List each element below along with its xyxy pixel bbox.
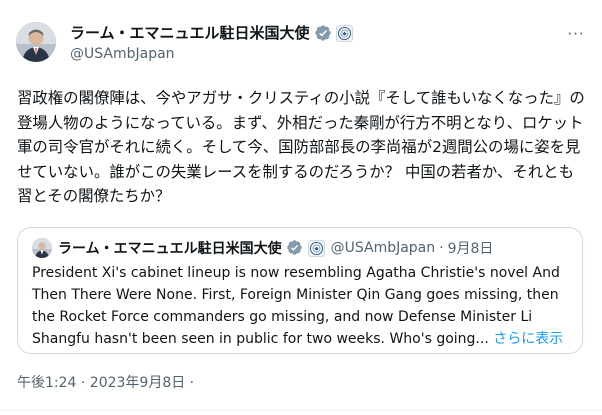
show-more-link[interactable]: さらに表示 <box>493 331 563 347</box>
quoted-text-body: President Xi's cabinet lineup is now res… <box>32 265 560 347</box>
tweet-text: 習政権の閣僚陣は、今やアガサ・クリスティの小説『そして誰もいなくなった』の登場人… <box>17 89 585 206</box>
quoted-author-avatar[interactable] <box>32 238 52 258</box>
author-name-row: ラーム・エマニュエル駐日米国大使 <box>70 22 353 44</box>
verified-check-icon <box>314 24 332 42</box>
quoted-state-department-seal-icon <box>307 239 325 257</box>
quoted-separator: · <box>439 240 444 256</box>
quoted-tweet[interactable]: ラーム・エマニュエル駐日米国大使 @USAmbJapan · 9月8日 Pres… <box>17 227 583 354</box>
quoted-text: President Xi's cabinet lineup is now res… <box>32 262 572 350</box>
quoted-display-name: ラーム・エマニュエル駐日米国大使 <box>58 241 282 257</box>
quoted-header: ラーム・エマニュエル駐日米国大使 @USAmbJapan · 9月8日 <box>58 237 493 259</box>
more-options-icon[interactable]: ··· <box>564 24 588 44</box>
quoted-verified-check-icon <box>286 239 304 257</box>
author-display-name[interactable]: ラーム・エマニュエル駐日米国大使 <box>70 23 310 43</box>
quoted-date[interactable]: 9月8日 <box>448 238 494 258</box>
quoted-handle: @USAmbJapan <box>330 240 436 256</box>
more-options-glyph: ··· <box>567 25 585 43</box>
divider <box>0 410 602 411</box>
tweet-card: ラーム・エマニュエル駐日米国大使 @USAmbJapan ··· 習政権の閣僚陣… <box>0 0 602 415</box>
tweet-timestamp[interactable]: 午後1:24 · 2023年9月8日 · <box>17 373 194 393</box>
author-avatar[interactable] <box>16 22 56 62</box>
state-department-seal-icon <box>335 24 353 42</box>
author-handle[interactable]: @USAmbJapan <box>70 45 175 63</box>
